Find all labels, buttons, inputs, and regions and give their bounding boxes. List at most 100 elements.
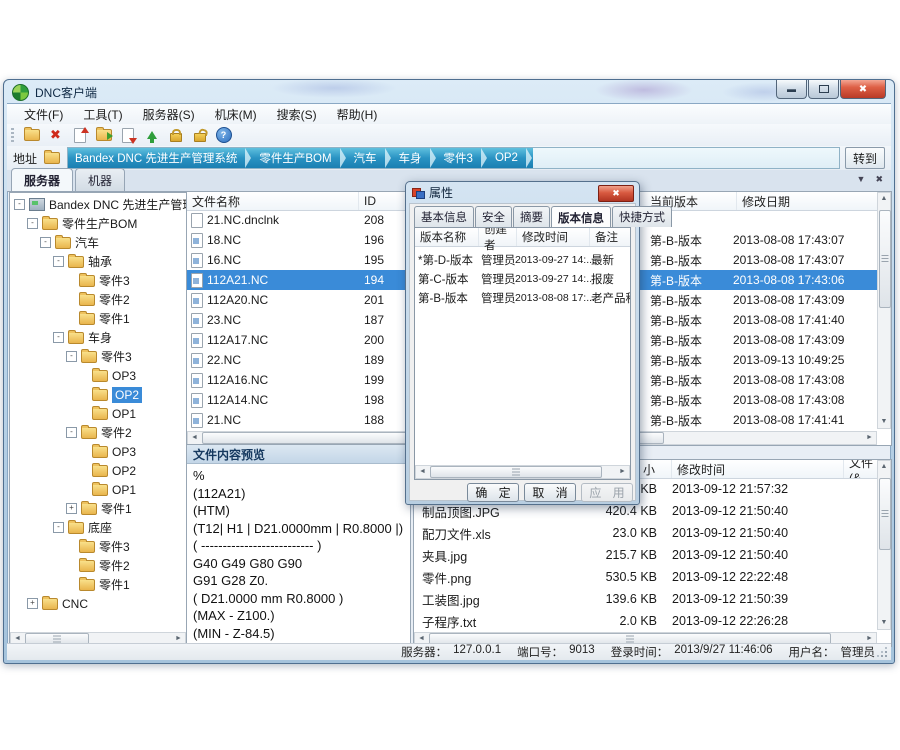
attachment-row[interactable]: 子程序.txt 2.0 KB 2013-09-12 22:26:28	[414, 610, 877, 632]
dialog-hscrollbar[interactable]: ◄ ►	[415, 465, 630, 479]
file-upload-icon[interactable]	[71, 127, 88, 143]
scroll-up-icon[interactable]: ▲	[878, 461, 891, 473]
tree-item[interactable]: OP3	[10, 366, 186, 385]
tree-item[interactable]: 零件3	[10, 537, 186, 556]
go-button[interactable]: 转到	[845, 147, 885, 169]
column-creator[interactable]: 创建者	[479, 228, 517, 246]
tab-security[interactable]: 安全	[475, 206, 512, 227]
tree-expander[interactable]: -	[53, 332, 64, 343]
folder-import-icon[interactable]	[95, 127, 112, 143]
tab-server[interactable]: 服务器	[11, 168, 73, 191]
scroll-right-icon[interactable]: ►	[616, 466, 629, 478]
scroll-down-icon[interactable]: ▼	[878, 416, 891, 428]
tree-item[interactable]: -零件3	[10, 347, 186, 366]
scroll-up-icon[interactable]: ▲	[878, 193, 891, 205]
attachment-row[interactable]: 夹具.jpg 215.7 KB 2013-09-12 21:50:40	[414, 544, 877, 566]
tree-expander[interactable]: -	[14, 199, 25, 210]
tree-item[interactable]: +CNC	[10, 594, 186, 613]
tree-expander[interactable]: +	[27, 598, 38, 609]
tab-version-info[interactable]: 版本信息	[551, 206, 611, 228]
menu-help[interactable]: 帮助(H)	[328, 104, 387, 125]
tree-item[interactable]: -车身	[10, 328, 186, 347]
help-icon[interactable]: ?	[215, 127, 232, 143]
tree-item[interactable]: 零件3	[10, 271, 186, 290]
column-modified[interactable]: 修改时间	[517, 228, 590, 246]
breadcrumb-bom[interactable]: 零件生产BOM	[252, 148, 338, 168]
tree-item[interactable]: -底座	[10, 518, 186, 537]
breadcrumb-root[interactable]: Bandex DNC 先进生产管理系统	[68, 148, 244, 168]
column-modified-date[interactable]: 修改日期	[737, 192, 876, 210]
column-version-name[interactable]: 版本名称	[415, 228, 479, 246]
tree-item[interactable]: 零件1	[10, 309, 186, 328]
tree-item[interactable]: 零件2	[10, 556, 186, 575]
tree-item[interactable]: 零件1	[10, 575, 186, 594]
apply-button[interactable]: 应 用	[581, 483, 633, 502]
toolbar-grip[interactable]	[11, 128, 14, 142]
version-row[interactable]: 第-B-版本 管理员 2013-08-08 17:... 老产品程序	[415, 288, 630, 307]
scroll-down-icon[interactable]: ▼	[878, 617, 891, 629]
breadcrumb-auto[interactable]: 汽车	[347, 148, 384, 168]
address-folder-icon[interactable]	[42, 149, 62, 167]
tree-expander[interactable]: -	[27, 218, 38, 229]
tree-item[interactable]: -Bandex DNC 先进生产管理系统	[10, 195, 186, 214]
menu-tools[interactable]: 工具(T)	[74, 104, 131, 125]
column-file[interactable]: 文件(&	[844, 460, 877, 478]
title-bar[interactable]: DNC客户端	[4, 80, 894, 104]
tree-item[interactable]: +零件1	[10, 499, 186, 518]
lock-icon[interactable]	[167, 127, 184, 143]
tree-item[interactable]: OP1	[10, 480, 186, 499]
scroll-left-icon[interactable]: ◄	[188, 432, 201, 444]
tab-machine[interactable]: 机器	[75, 168, 125, 191]
breadcrumb-part3[interactable]: 零件3	[437, 148, 480, 168]
minimize-button[interactable]: ▬	[776, 80, 807, 99]
tree-item[interactable]: -零件2	[10, 423, 186, 442]
tab-shortcut[interactable]: 快捷方式	[612, 206, 672, 227]
menu-server[interactable]: 服务器(S)	[134, 104, 204, 125]
tree-expander[interactable]: -	[66, 427, 77, 438]
tree-item[interactable]: -汽车	[10, 233, 186, 252]
breadcrumb-body[interactable]: 车身	[392, 148, 429, 168]
tree-expander[interactable]: -	[40, 237, 51, 248]
tab-basic-info[interactable]: 基本信息	[414, 206, 474, 227]
close-button[interactable]: ✖	[840, 80, 886, 99]
tree-item[interactable]: OP3	[10, 442, 186, 461]
delete-icon[interactable]: ✖	[47, 127, 64, 143]
file-download-icon[interactable]	[119, 127, 136, 143]
menu-search[interactable]: 搜索(S)	[268, 104, 326, 125]
tree-expander[interactable]: +	[66, 503, 77, 514]
tree-item[interactable]: -轴承	[10, 252, 186, 271]
tree-expander[interactable]: -	[53, 522, 64, 533]
menu-file[interactable]: 文件(F)	[15, 104, 72, 125]
tree-item[interactable]: -零件生产BOM	[10, 214, 186, 233]
cancel-button[interactable]: 取 消	[524, 483, 576, 502]
tab-summary[interactable]: 摘要	[513, 206, 550, 227]
tree-item[interactable]: OP1	[10, 404, 186, 423]
tab-dropdown-icon[interactable]: ▼	[857, 174, 866, 185]
tree-expander[interactable]: -	[66, 351, 77, 362]
tree-item[interactable]: 零件2	[10, 290, 186, 309]
maximize-button[interactable]	[808, 80, 839, 99]
scroll-left-icon[interactable]: ◄	[416, 466, 429, 478]
new-folder-icon[interactable]	[23, 127, 40, 143]
version-row[interactable]: *第-D-版本 管理员 2013-09-27 14:... 最新	[415, 250, 630, 269]
attachments-vscrollbar[interactable]: ▲ ▼	[877, 460, 891, 630]
resize-grip[interactable]	[878, 648, 888, 658]
send-up-icon[interactable]	[143, 127, 160, 143]
dialog-close-button[interactable]: ✖	[598, 185, 634, 202]
attachment-row[interactable]: 零件.png 530.5 KB 2013-09-12 22:22:48	[414, 566, 877, 588]
breadcrumb[interactable]: Bandex DNC 先进生产管理系统 零件生产BOM 汽车 车身 零件3 OP…	[67, 147, 840, 169]
tree-item[interactable]: OP2	[10, 461, 186, 480]
column-file-name[interactable]: 文件名称	[187, 192, 359, 210]
ok-button[interactable]: 确 定	[467, 483, 519, 502]
column-note[interactable]: 备注	[590, 228, 631, 246]
version-row[interactable]: 第-C-版本 管理员 2013-09-27 14:... 报废	[415, 269, 630, 288]
file-list-vscrollbar[interactable]: ▲ ▼	[877, 192, 891, 429]
tree-item-selected[interactable]: OP2	[10, 385, 186, 404]
breadcrumb-op2[interactable]: OP2	[488, 148, 525, 168]
attachment-row[interactable]: 配刀文件.xls 23.0 KB 2013-09-12 21:50:40	[414, 522, 877, 544]
tree-expander[interactable]: -	[53, 256, 64, 267]
column-modified-time[interactable]: 修改时间	[672, 460, 844, 478]
preview-content[interactable]: % (112A21) (HTM) (T12| H1 | D21.0000mm |…	[187, 464, 410, 645]
scroll-right-icon[interactable]: ►	[863, 432, 876, 444]
menu-machine[interactable]: 机床(M)	[206, 104, 266, 125]
